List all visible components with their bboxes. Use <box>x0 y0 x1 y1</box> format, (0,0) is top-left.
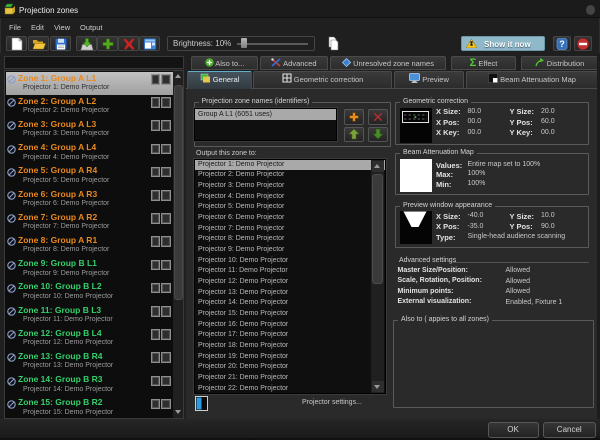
svg-text:?: ? <box>559 39 565 49</box>
